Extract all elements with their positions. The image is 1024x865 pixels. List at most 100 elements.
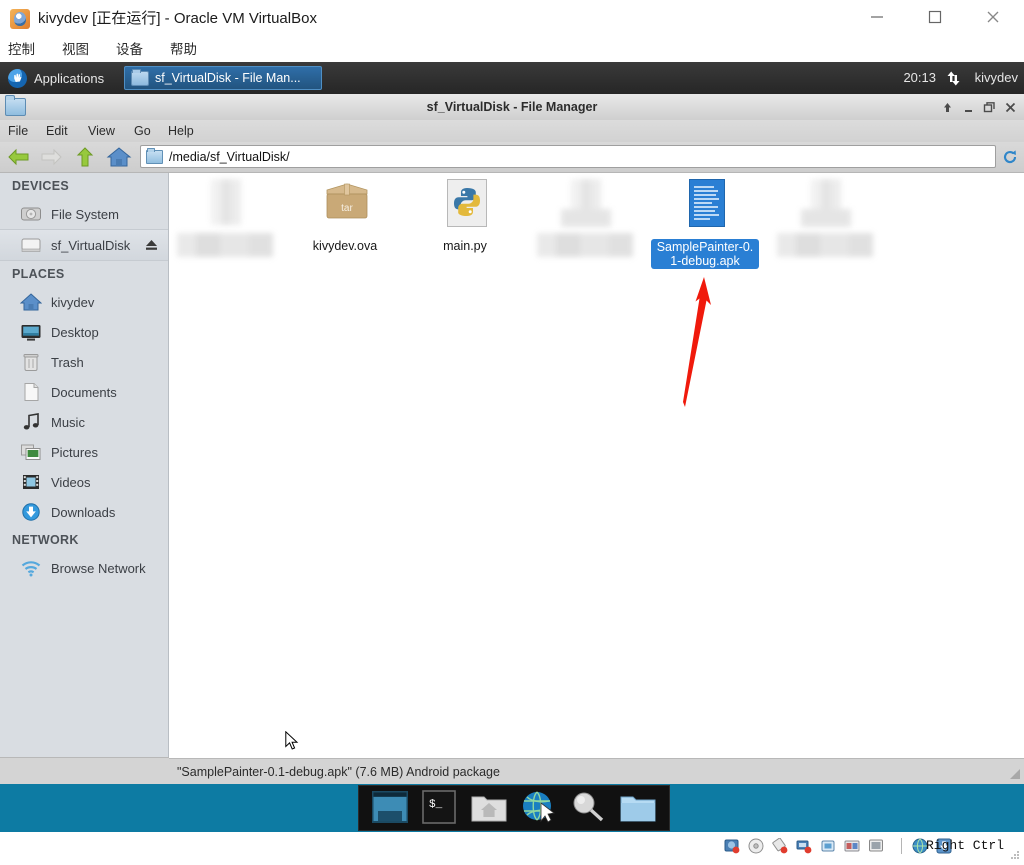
places-sidebar[interactable]: DEVICES File System sf_VirtualDisk PLACE… xyxy=(0,173,169,758)
sidebar-item-file-system[interactable]: File System xyxy=(0,199,168,229)
fm-menu-help[interactable]: Help xyxy=(168,120,194,142)
blurred-file-label xyxy=(537,233,633,257)
blurred-file-label xyxy=(777,233,873,257)
fm-menu-view[interactable]: View xyxy=(88,120,115,142)
sidebar-item-kivydev[interactable]: kivydev xyxy=(0,287,168,317)
host-close-button[interactable] xyxy=(970,0,1016,34)
file-manager-titlebar[interactable]: sf_VirtualDisk - File Manager xyxy=(0,94,1024,121)
resize-grip-icon[interactable] xyxy=(1008,767,1021,780)
dock-item-file-manager[interactable] xyxy=(618,789,658,827)
sidebar-item-label: sf_VirtualDisk xyxy=(51,237,131,253)
host-key-label: Right Ctrl xyxy=(925,838,1004,853)
sidebar-item-label: File System xyxy=(51,206,119,222)
fm-maximize-button[interactable] xyxy=(980,97,999,117)
svg-text:tar: tar xyxy=(341,203,353,214)
list-item[interactable]: tar kivydev.ova xyxy=(291,177,399,253)
application-dock: $_ xyxy=(358,785,670,831)
vbox-menu-help[interactable]: 帮助 xyxy=(170,38,197,62)
forward-arrow-icon xyxy=(39,146,63,168)
sidebar-item-videos[interactable]: Videos xyxy=(0,467,168,497)
fm-minimize-button[interactable] xyxy=(959,97,978,117)
folder-icon xyxy=(131,68,149,86)
download-icon xyxy=(20,502,42,522)
sidebar-item-label: Downloads xyxy=(51,504,116,520)
vbox-menu-view[interactable]: 视图 xyxy=(62,38,89,62)
list-item[interactable]: main.py xyxy=(411,177,519,253)
fm-menu-file[interactable]: File xyxy=(8,120,28,142)
sidebar-item-documents[interactable]: Documents xyxy=(0,377,168,407)
sidebar-header-places: PLACES xyxy=(12,267,65,281)
tar-archive-icon: tar xyxy=(317,177,373,235)
trash-icon xyxy=(20,352,42,372)
dock-item-home-folder[interactable] xyxy=(469,789,509,827)
pictures-icon xyxy=(20,442,42,462)
sidebar-header-devices: DEVICES xyxy=(12,179,69,193)
mouse-pointer-icon xyxy=(285,730,299,751)
eject-icon[interactable] xyxy=(145,239,158,251)
taskbar-window-button[interactable]: sf_VirtualDisk - File Man... xyxy=(124,66,322,90)
blurred-file-icon xyxy=(557,177,613,235)
fm-menu-go[interactable]: Go xyxy=(134,120,151,142)
screen-root: kivydev [正在运行] - Oracle VM VirtualBox 控制… xyxy=(0,0,1024,860)
list-item[interactable] xyxy=(171,177,279,257)
floppy-icon[interactable] xyxy=(772,837,788,854)
mouse-hand-icon xyxy=(8,68,27,88)
panel-clock[interactable]: 20:13 xyxy=(903,62,936,94)
vbox-menu-devices[interactable]: 设备 xyxy=(116,38,143,62)
blurred-file-label xyxy=(177,233,273,257)
virtualbox-icon xyxy=(10,9,30,29)
status-separator xyxy=(901,838,902,854)
sidebar-item-browse-network[interactable]: Browse Network xyxy=(0,553,168,583)
harddisk-icon xyxy=(20,204,42,224)
sidebar-item-label: Desktop xyxy=(51,324,99,340)
fm-menu-edit[interactable]: Edit xyxy=(46,120,68,142)
shared-folder-icon[interactable] xyxy=(844,838,860,854)
desktop-icon xyxy=(20,322,42,342)
fm-close-button[interactable] xyxy=(1001,97,1020,117)
applications-menu-label: Applications xyxy=(34,70,105,86)
list-item[interactable] xyxy=(531,177,639,257)
list-item[interactable] xyxy=(771,177,879,257)
sidebar-item-label: Trash xyxy=(51,354,84,370)
music-note-icon xyxy=(20,412,42,432)
document-icon xyxy=(20,382,42,402)
sidebar-item-trash[interactable]: Trash xyxy=(0,347,168,377)
fm-shade-button[interactable] xyxy=(938,97,957,117)
sidebar-item-label: kivydev xyxy=(51,294,95,310)
panel-username[interactable]: kivydev xyxy=(975,62,1018,94)
virtualbox-menubar: 控制 视图 设备 帮助 xyxy=(0,38,1024,62)
dock-item-workspace[interactable] xyxy=(370,789,410,827)
usb-icon[interactable] xyxy=(820,838,836,854)
up-arrow-icon[interactable] xyxy=(73,146,97,168)
network-updown-icon[interactable] xyxy=(945,70,962,87)
dock-item-search[interactable] xyxy=(568,789,608,827)
sidebar-item-pictures[interactable]: Pictures xyxy=(0,437,168,467)
applications-menu-button[interactable]: Applications xyxy=(0,62,112,94)
harddisk-icon[interactable] xyxy=(724,838,740,854)
dock-item-terminal[interactable]: $_ xyxy=(419,789,459,827)
reload-icon[interactable] xyxy=(999,145,1021,168)
host-maximize-button[interactable] xyxy=(912,0,958,34)
folder-icon xyxy=(146,147,163,164)
sidebar-item-sf-virtualdisk[interactable]: sf_VirtualDisk xyxy=(0,229,168,261)
list-item-selected[interactable]: SamplePainter-0.1-debug.apk xyxy=(651,177,759,270)
back-arrow-icon[interactable] xyxy=(7,146,31,168)
network-icon[interactable] xyxy=(796,838,812,854)
file-list-view[interactable]: tar kivydev.ova main.py SamplePainter-0.… xyxy=(169,173,1024,758)
path-input[interactable]: /media/sf_VirtualDisk/ xyxy=(140,145,996,168)
virtualbox-window-title: kivydev [正在运行] - Oracle VM VirtualBox xyxy=(38,10,317,27)
display-icon[interactable] xyxy=(868,838,884,854)
sidebar-header-network: NETWORK xyxy=(12,533,79,547)
dock-item-web-browser[interactable] xyxy=(519,789,559,827)
cd-icon[interactable] xyxy=(748,838,764,854)
vbox-menu-control[interactable]: 控制 xyxy=(8,38,35,62)
sidebar-item-downloads[interactable]: Downloads xyxy=(0,497,168,527)
sidebar-item-desktop[interactable]: Desktop xyxy=(0,317,168,347)
taskbar-window-label: sf_VirtualDisk - File Man... xyxy=(155,71,301,85)
resize-grip-icon[interactable] xyxy=(1011,847,1020,859)
file-name-label: SamplePainter-0.1-debug.apk xyxy=(651,239,759,269)
host-minimize-button[interactable] xyxy=(854,0,900,34)
home-icon[interactable] xyxy=(106,146,132,168)
blurred-file-icon xyxy=(197,177,253,235)
sidebar-item-music[interactable]: Music xyxy=(0,407,168,437)
